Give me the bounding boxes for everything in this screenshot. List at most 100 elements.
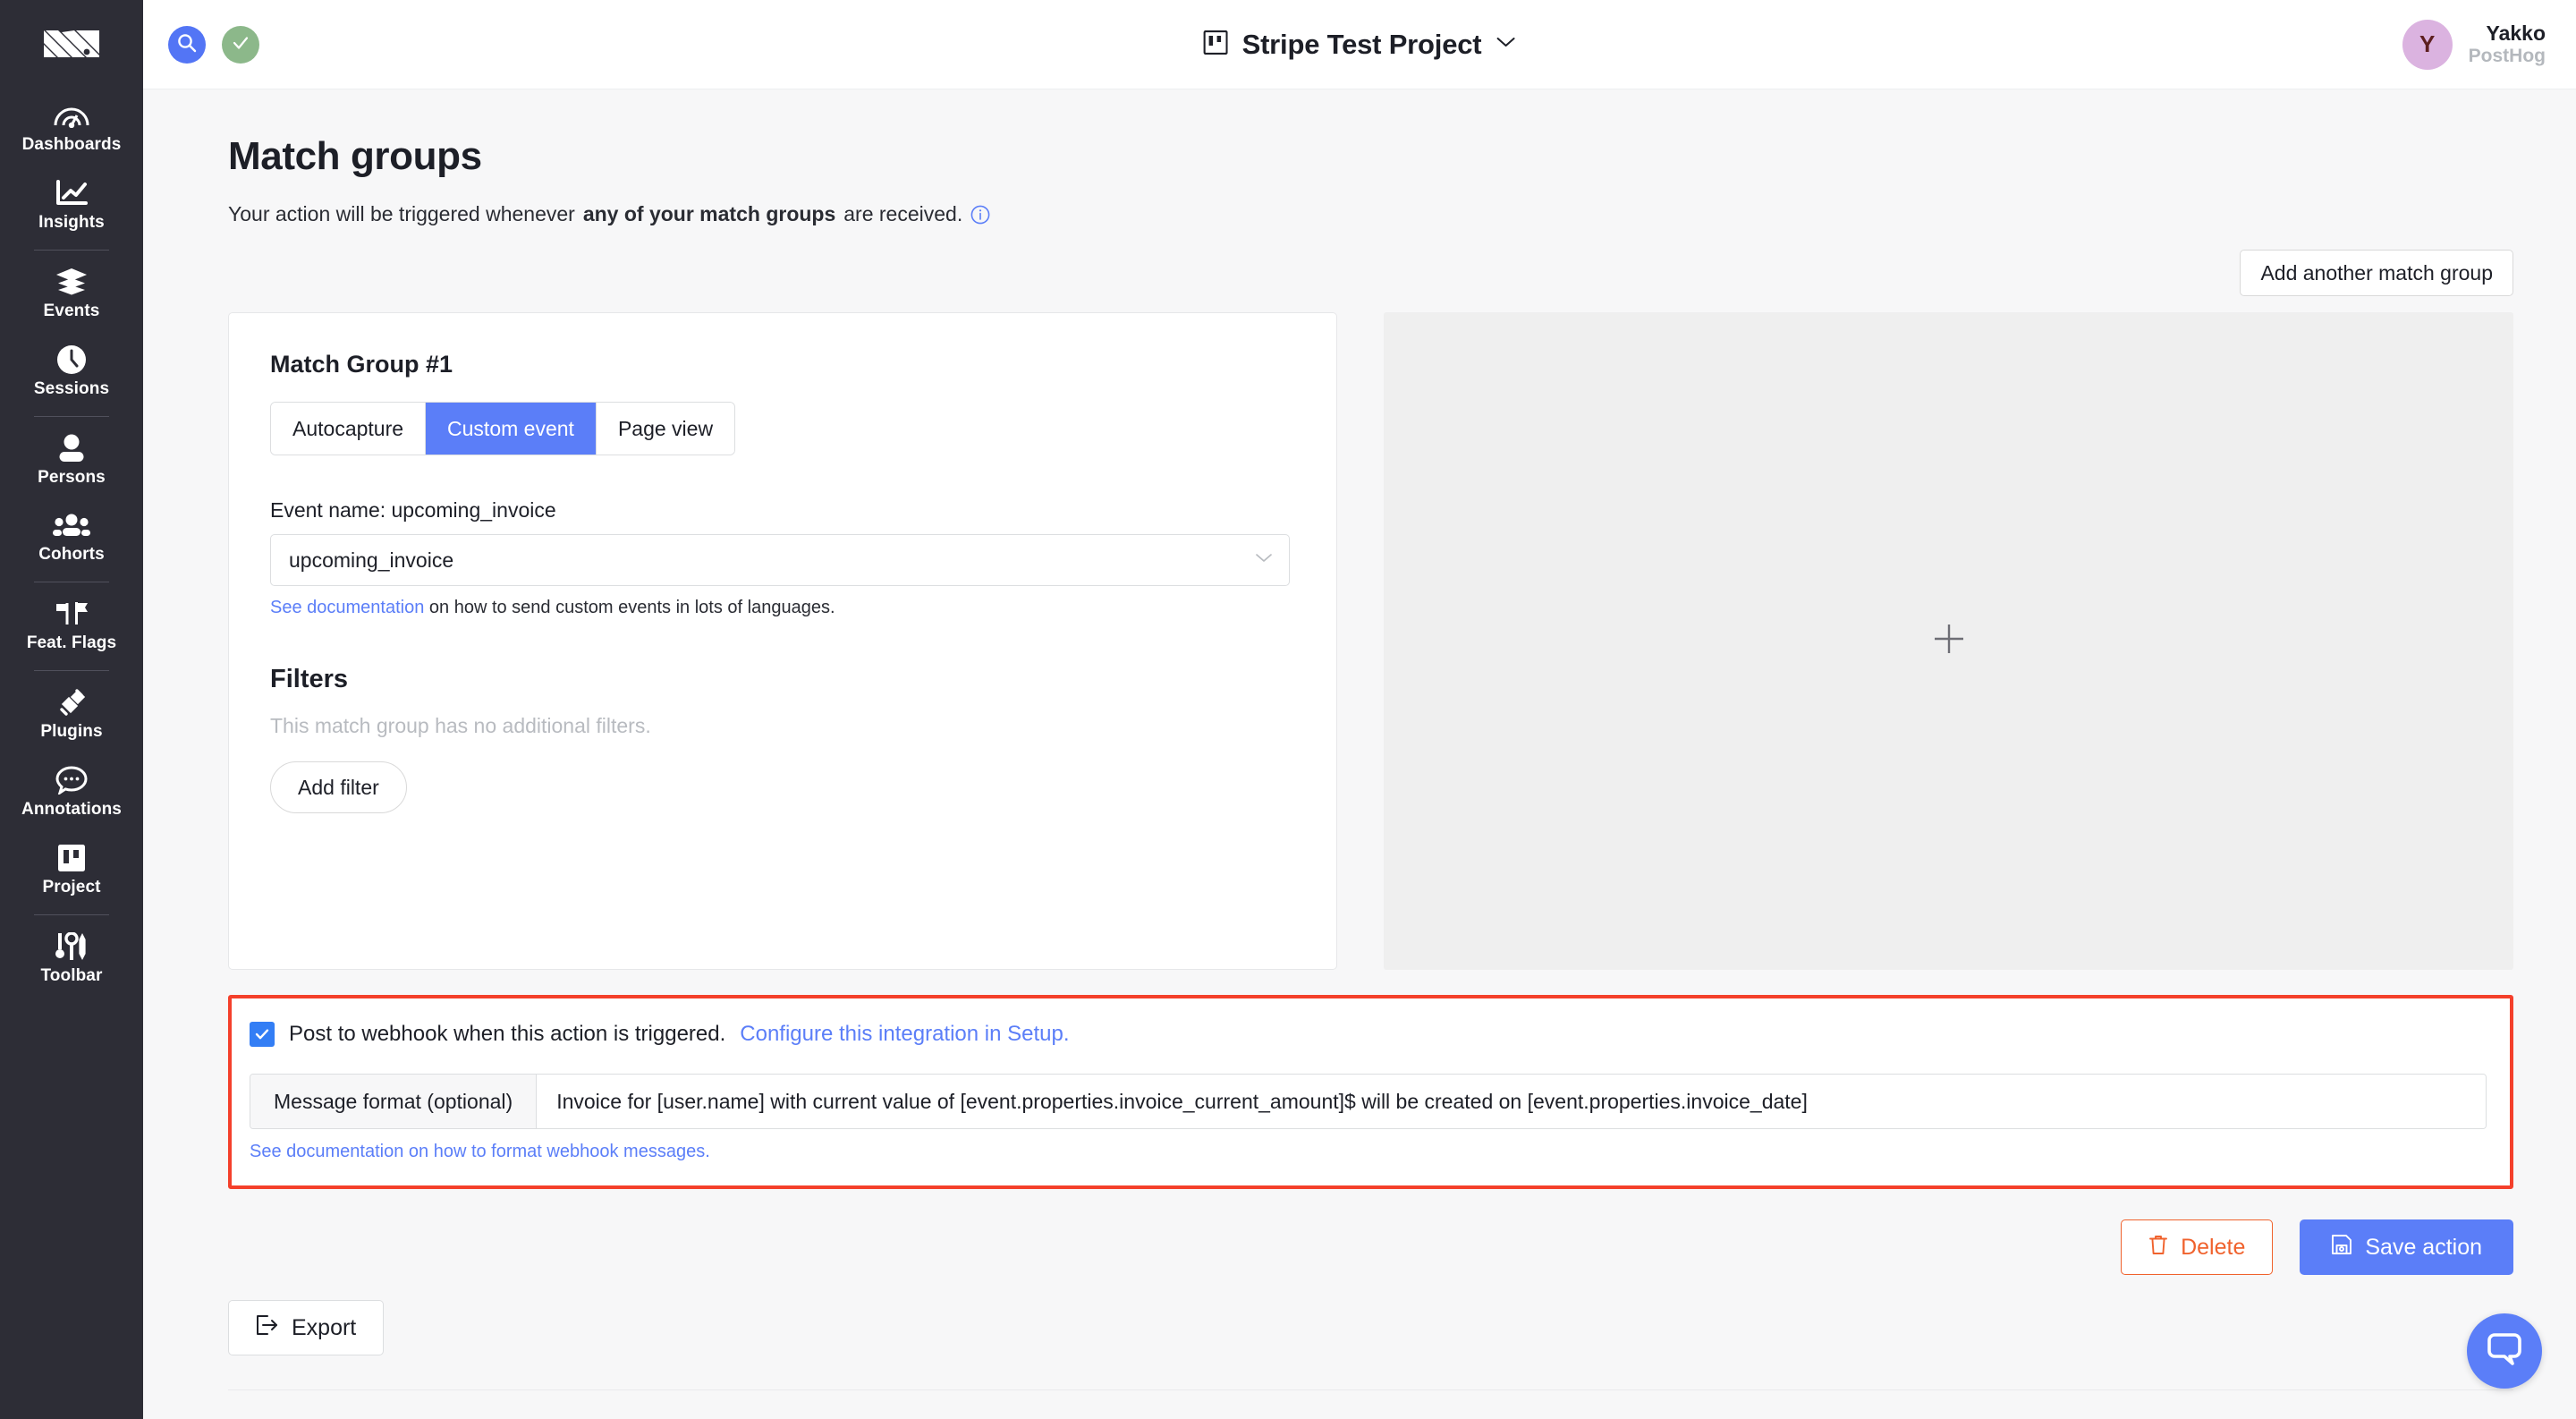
preview-panel[interactable] xyxy=(1384,312,2513,970)
sidebar-item-label: Sessions xyxy=(33,378,110,398)
search-icon xyxy=(177,33,197,55)
webhook-toggle-row: Post to webhook when this action is trig… xyxy=(250,1022,2487,1047)
save-action-button[interactable]: Save action xyxy=(2300,1219,2513,1275)
sidebar-divider xyxy=(34,670,109,672)
message-format-group: Message format (optional) xyxy=(250,1074,2487,1129)
export-icon xyxy=(256,1314,279,1342)
page-content: Match groups Your action will be trigger… xyxy=(143,89,2576,1419)
configure-integration-link[interactable]: Configure this integration in Setup. xyxy=(740,1022,1069,1047)
sidebar-item-label: Plugins xyxy=(40,722,103,742)
project-name: Stripe Test Project xyxy=(1241,28,1482,60)
insights-icon xyxy=(55,176,88,210)
post-to-webhook-checkbox[interactable] xyxy=(250,1022,275,1047)
sidebar-item-label: Events xyxy=(43,301,100,320)
sidebar-item-project[interactable]: Project xyxy=(0,828,143,906)
search-button[interactable] xyxy=(168,25,206,64)
panels-row: Match Group #1 Autocapture Custom event … xyxy=(228,312,2513,970)
sidebar-item-label: Toolbar xyxy=(40,965,103,985)
sidebar-item-label: Dashboards xyxy=(21,135,122,154)
main-column: Stripe Test Project Y Yakko PostHog Matc… xyxy=(143,0,2576,1419)
plugins-icon xyxy=(55,685,88,719)
sidebar-item-label: Annotations xyxy=(21,800,122,820)
plus-icon[interactable] xyxy=(1929,619,1969,663)
message-format-input[interactable] xyxy=(537,1075,2486,1128)
filters-title: Filters xyxy=(270,665,349,693)
sidebar-item-plugins[interactable]: Plugins xyxy=(0,673,143,751)
sidebar-divider xyxy=(34,913,109,915)
chevron-down-icon xyxy=(1255,552,1273,568)
persons-icon xyxy=(56,431,87,465)
event-name-label: Event name: upcoming_invoice xyxy=(270,498,556,522)
sidebar-item-label: Feat. Flags xyxy=(26,633,117,653)
sidebar-item-dashboards[interactable]: Dashboards xyxy=(0,86,143,164)
user-identity: Yakko PostHog xyxy=(2469,21,2546,68)
help-chat-button[interactable] xyxy=(2467,1313,2542,1389)
message-format-label: Message format (optional) xyxy=(250,1075,538,1128)
sidebar-divider xyxy=(34,249,109,251)
subtitle-bold: any of your match groups xyxy=(582,202,836,225)
sidebar-item-insights[interactable]: Insights xyxy=(0,164,143,242)
events-icon xyxy=(55,265,88,299)
check-circle-icon xyxy=(231,33,250,55)
avatar: Y xyxy=(2402,19,2453,70)
user-organization: PostHog xyxy=(2468,45,2546,66)
event-name-select[interactable]: upcoming_invoice xyxy=(270,534,1290,586)
webhook-documentation-link[interactable]: See documentation on how to format webho… xyxy=(250,1142,2487,1162)
tab-custom-event[interactable]: Custom event xyxy=(426,403,597,455)
add-filter-button[interactable]: Add filter xyxy=(270,761,407,813)
top-bar: Stripe Test Project Y Yakko PostHog xyxy=(143,0,2576,89)
system-status-button[interactable] xyxy=(222,25,259,64)
page-bottom-divider xyxy=(228,1389,2513,1402)
info-circle-icon[interactable] xyxy=(970,205,990,225)
sidebar-item-cohorts[interactable]: Cohorts xyxy=(0,496,143,574)
posthog-logo[interactable] xyxy=(0,16,143,86)
match-group-card: Match Group #1 Autocapture Custom event … xyxy=(228,312,1337,970)
sidebar-item-label: Insights xyxy=(38,212,105,232)
event-helper-text: See documentation on how to send custom … xyxy=(270,598,1295,618)
sidebar-item-sessions[interactable]: Sessions xyxy=(0,330,143,408)
subtitle-suffix: are received. xyxy=(843,202,963,225)
sidebar-item-toolbar[interactable]: Toolbar xyxy=(0,917,143,995)
action-buttons-row: Delete Save action xyxy=(228,1219,2513,1275)
sidebar-item-annotations[interactable]: Annotations xyxy=(0,751,143,828)
filters-empty-text: This match group has no additional filte… xyxy=(270,714,651,737)
toolbar-icon xyxy=(55,930,89,964)
sidebar-divider xyxy=(34,415,109,417)
add-another-match-group-button[interactable]: Add another match group xyxy=(2240,250,2513,296)
export-label: Export xyxy=(292,1314,357,1340)
webhook-highlight-box: Post to webhook when this action is trig… xyxy=(228,995,2513,1189)
project-icon xyxy=(1203,30,1228,59)
chat-bubble-icon xyxy=(2485,1330,2524,1372)
user-name: Yakko xyxy=(2486,21,2546,45)
sidebar-item-feature-flags[interactable]: Feat. Flags xyxy=(0,584,143,662)
project-icon xyxy=(58,841,85,875)
see-documentation-link[interactable]: See documentation xyxy=(270,598,424,617)
see-documentation-rest: on how to send custom events in lots of … xyxy=(424,598,835,617)
sidebar-item-events[interactable]: Events xyxy=(0,252,143,330)
export-button[interactable]: Export xyxy=(228,1300,385,1355)
user-menu[interactable]: Y Yakko PostHog xyxy=(2402,19,2546,70)
delete-label: Delete xyxy=(2181,1234,2246,1260)
sidebar: Dashboards Insights Events Sessions Pers… xyxy=(0,0,143,1419)
match-group-title: Match Group #1 xyxy=(270,351,453,378)
tab-autocapture[interactable]: Autocapture xyxy=(271,403,427,455)
sidebar-item-persons[interactable]: Persons xyxy=(0,419,143,497)
cohorts-icon xyxy=(53,508,90,542)
tab-page-view[interactable]: Page view xyxy=(596,403,735,455)
save-label: Save action xyxy=(2365,1234,2482,1260)
page-subtitle: Your action will be triggered whenever a… xyxy=(228,202,2513,226)
delete-button[interactable]: Delete xyxy=(2121,1219,2274,1275)
sidebar-item-label: Project xyxy=(42,878,101,897)
dashboard-icon xyxy=(54,98,89,132)
sidebar-item-label: Cohorts xyxy=(38,545,105,565)
sessions-icon xyxy=(56,343,87,377)
feature-flags-icon xyxy=(55,597,89,631)
app-root: Dashboards Insights Events Sessions Pers… xyxy=(0,0,2576,1419)
event-name-value: upcoming_invoice xyxy=(289,548,454,572)
trash-icon xyxy=(2148,1234,2168,1262)
save-icon xyxy=(2331,1234,2352,1262)
project-switcher[interactable]: Stripe Test Project xyxy=(1203,28,1516,61)
page-title: Match groups xyxy=(228,134,482,178)
export-row: Export xyxy=(228,1300,2513,1355)
sidebar-item-label: Persons xyxy=(38,467,106,487)
